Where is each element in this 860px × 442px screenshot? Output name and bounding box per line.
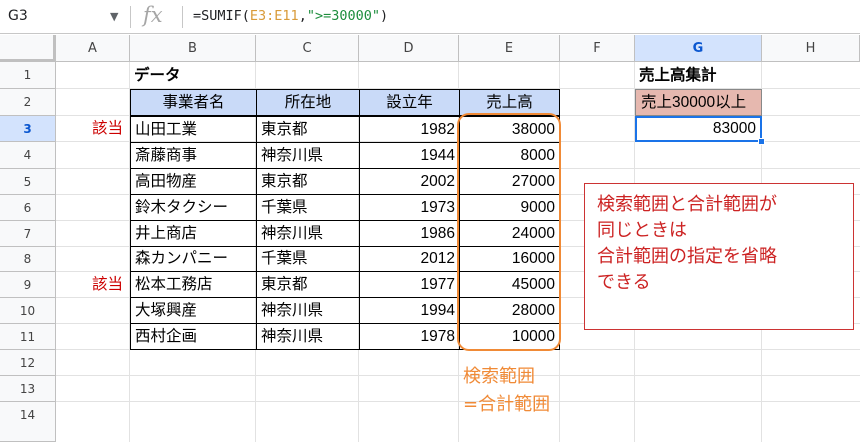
cell-year[interactable]: 1973 — [359, 194, 460, 221]
callout-line: 検索範囲と合計範囲が — [597, 194, 777, 215]
table-header-name[interactable]: 事業者名 — [130, 89, 257, 116]
table-header-year[interactable]: 設立年 — [359, 89, 460, 116]
cell-year[interactable]: 2002 — [359, 168, 460, 195]
column-header-b[interactable]: B — [130, 35, 256, 62]
cell-selection — [635, 116, 762, 142]
cell-name[interactable]: 井上商店 — [130, 220, 257, 247]
gridline — [56, 401, 860, 402]
column-header-h[interactable]: H — [762, 35, 860, 62]
row-header-3[interactable]: 3 — [0, 116, 56, 142]
column-header-e[interactable]: E — [459, 35, 560, 62]
cell-year[interactable]: 1977 — [359, 271, 460, 298]
row-header-12[interactable]: 12 — [0, 350, 56, 376]
callout-line: できる — [597, 272, 651, 293]
cell-location[interactable]: 神奈川県 — [256, 220, 360, 247]
cell-name[interactable]: 森カンパニー — [130, 246, 257, 272]
summary-title[interactable]: 売上高集計 — [639, 64, 717, 88]
cell-location[interactable]: 神奈川県 — [256, 323, 360, 350]
cell-location[interactable]: 東京都 — [256, 168, 360, 195]
match-mark[interactable]: 該当 — [92, 272, 123, 298]
row-header-11[interactable]: 11 — [0, 324, 56, 350]
row-header-5[interactable]: 5 — [0, 169, 56, 195]
row-header-7[interactable]: 7 — [0, 221, 56, 247]
cell-name[interactable]: 鈴木タクシー — [130, 194, 257, 221]
cell-year[interactable]: 1986 — [359, 220, 460, 247]
cell-name[interactable]: 大塚興産 — [130, 297, 257, 324]
column-header-g[interactable]: G — [635, 35, 762, 62]
column-header-f[interactable]: F — [560, 35, 635, 62]
row-header-1[interactable]: 1 — [0, 62, 56, 89]
cell-year[interactable]: 1978 — [359, 323, 460, 350]
cell-year[interactable]: 2012 — [359, 246, 460, 272]
formula-separator: , — [298, 8, 307, 24]
row-header-14[interactable]: 14 — [0, 402, 56, 442]
column-header-c[interactable]: C — [256, 35, 359, 62]
formula-bar: G3 ▼ fx =SUMIF(E3:E11,">=30000") — [0, 0, 860, 34]
cell-name[interactable]: 松本工務店 — [130, 271, 257, 298]
column-header-d[interactable]: D — [359, 35, 459, 62]
formula-range: E3:E11 — [249, 8, 299, 24]
divider — [182, 6, 183, 28]
cell-name[interactable]: 西村企画 — [130, 323, 257, 350]
cell-location[interactable]: 神奈川県 — [256, 142, 360, 169]
cell-location[interactable]: 千葉県 — [256, 194, 360, 221]
cell-year[interactable]: 1994 — [359, 297, 460, 324]
match-mark[interactable]: 該当 — [92, 116, 123, 142]
table-header-sales[interactable]: 売上高 — [459, 89, 560, 116]
formula-input[interactable]: =SUMIF(E3:E11,">=30000") — [193, 8, 388, 24]
row-header-2[interactable]: 2 — [0, 89, 56, 116]
cell-year[interactable]: 1944 — [359, 142, 460, 169]
table-header-location[interactable]: 所在地 — [256, 89, 360, 116]
column-header-a[interactable]: A — [56, 35, 130, 62]
row-header-4[interactable]: 4 — [0, 142, 56, 169]
cell-location[interactable]: 東京都 — [256, 271, 360, 298]
row-header-8[interactable]: 8 — [0, 247, 56, 272]
formula-prefix: =SUMIF( — [193, 8, 250, 24]
function-icon: fx — [143, 3, 163, 27]
chevron-down-icon[interactable]: ▼ — [110, 10, 118, 23]
callout-line: 合計範囲の指定を省略 — [597, 246, 777, 267]
cell-year[interactable]: 1982 — [359, 116, 460, 143]
cell-location[interactable]: 東京都 — [256, 116, 360, 143]
formula-suffix: ) — [379, 8, 389, 24]
callout-box: 検索範囲と合計範囲が 同じときは 合計範囲の指定を省略 できる — [584, 183, 854, 330]
divider — [130, 6, 131, 28]
callout-line: 同じときは — [597, 220, 687, 241]
cell-location[interactable]: 神奈川県 — [256, 297, 360, 324]
row-header-9[interactable]: 9 — [0, 272, 56, 298]
cell-reference: G3 — [8, 8, 28, 24]
row-header-10[interactable]: 10 — [0, 298, 56, 324]
summary-label[interactable]: 売上30000以上 — [635, 89, 762, 116]
formula-criteria: ">=30000" — [306, 8, 380, 24]
range-note-line2: =合計範囲 — [463, 394, 551, 415]
select-all-corner[interactable] — [0, 35, 56, 62]
range-note-line1: 検索範囲 — [463, 366, 535, 387]
name-box[interactable]: G3 ▼ — [0, 0, 130, 34]
cell-location[interactable]: 千葉県 — [256, 246, 360, 272]
range-highlight — [457, 113, 561, 351]
gridline — [56, 375, 860, 376]
cell-name[interactable]: 高田物産 — [130, 168, 257, 195]
data-title[interactable]: データ — [134, 64, 181, 88]
row-header-13[interactable]: 13 — [0, 376, 56, 402]
fill-handle[interactable] — [758, 138, 765, 145]
row-header-6[interactable]: 6 — [0, 195, 56, 221]
cell-name[interactable]: 山田工業 — [130, 116, 257, 143]
cell-name[interactable]: 斎藤商事 — [130, 142, 257, 169]
